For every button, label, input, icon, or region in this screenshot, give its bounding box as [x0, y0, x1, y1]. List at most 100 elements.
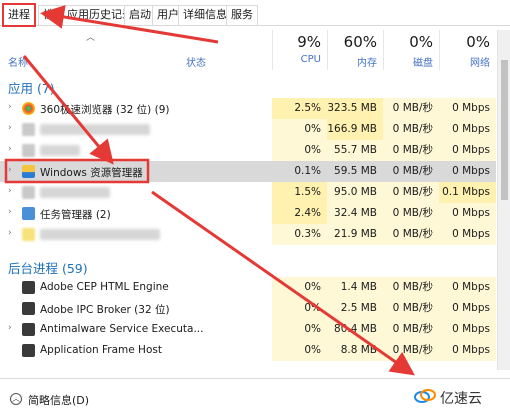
memory-value: 2.5 MB: [327, 298, 383, 319]
chevron-right-icon[interactable]: ›: [8, 323, 12, 333]
memory-value: 8.8 MB: [327, 340, 383, 361]
tab-services[interactable]: 服务: [226, 5, 258, 25]
column-disk[interactable]: 0% 磁盘: [383, 30, 439, 70]
column-status[interactable]: 状态: [186, 54, 206, 69]
chevron-right-icon[interactable]: ›: [8, 102, 12, 112]
watermark-text: 亿速云: [440, 391, 482, 407]
cpu-total-pct: 9%: [297, 33, 321, 51]
tab-bar: 进程 性能 应用历史记录 启动 用户 详细信息 服务: [0, 0, 510, 27]
scrollbar-thumb[interactable]: [501, 60, 508, 200]
network-value: 0.1 Mbps: [439, 182, 496, 203]
blurred-icon: [22, 228, 35, 241]
chevron-right-icon[interactable]: ›: [8, 186, 12, 196]
table-row[interactable]: Application Frame Host 0% 8.8 MB 0 MB/秒 …: [0, 340, 496, 361]
disk-value: 0 MB/秒: [392, 165, 433, 177]
table-row[interactable]: › 0% 55.7 MB 0 MB/秒 0 Mbps: [0, 140, 496, 161]
app-window-icon: [22, 344, 35, 357]
cpu-value: 0%: [272, 140, 327, 161]
process-name: Adobe IPC Broker (32 位): [40, 304, 170, 316]
chevron-right-icon[interactable]: ›: [8, 207, 12, 217]
process-name: 任务管理器 (2): [40, 209, 111, 221]
table-row-selected[interactable]: › Windows 资源管理器 0.1% 59.5 MB 0 MB/秒 0 Mb…: [0, 161, 496, 182]
memory-value: 80.4 MB: [327, 319, 383, 340]
watermark-logo-icon: [414, 389, 436, 403]
tab-processes[interactable]: 进程: [2, 3, 36, 27]
column-cpu[interactable]: 9% CPU: [272, 30, 327, 70]
cpu-value: 2.4%: [272, 203, 327, 224]
memory-total-pct: 60%: [343, 33, 377, 51]
network-value: 0 Mbps: [439, 277, 496, 298]
footer-bar: ︿ 简略信息(D) 亿速云: [0, 378, 510, 412]
chevron-right-icon[interactable]: ›: [8, 144, 12, 154]
disk-label: 磁盘: [413, 58, 433, 69]
app-window-icon: [22, 323, 35, 336]
network-label: 网络: [470, 58, 490, 69]
cpu-value: 0%: [272, 319, 327, 340]
disk-value: 0 MB/秒: [383, 298, 439, 319]
cpu-value: 0.3%: [272, 224, 327, 245]
chevron-up-circle-icon[interactable]: ︿: [10, 393, 22, 405]
column-memory[interactable]: 60% 内存: [327, 30, 383, 70]
disk-value: 0 MB/秒: [383, 182, 439, 203]
app-window-icon: [22, 281, 35, 294]
blurred-icon: [22, 144, 35, 157]
table-row[interactable]: Adobe IPC Broker (32 位) 0% 2.5 MB 0 MB/秒…: [0, 298, 496, 319]
network-value: 0 Mbps: [439, 203, 496, 224]
network-value: 0 Mbps: [439, 224, 496, 245]
column-name[interactable]: 名称: [8, 54, 28, 69]
cpu-value: 0%: [272, 340, 327, 361]
network-value: 0 Mbps: [439, 119, 496, 140]
cpu-value: 0%: [272, 298, 327, 319]
blurred-icon: [22, 186, 35, 199]
fewer-details-button[interactable]: 简略信息(D): [28, 392, 89, 408]
table-row[interactable]: › Antimalware Service Executa... 0% 80.4…: [0, 319, 496, 340]
tab-details[interactable]: 详细信息: [178, 5, 232, 25]
memory-value: 55.7 MB: [327, 140, 383, 161]
vertical-scrollbar[interactable]: [497, 30, 510, 370]
disk-value: 0 MB/秒: [383, 340, 439, 361]
cpu-label: CPU: [300, 54, 321, 65]
chevron-right-icon[interactable]: ›: [8, 123, 12, 133]
process-name: 360极速浏览器 (32 位) (9): [40, 104, 170, 116]
cpu-value: 0.1%: [294, 165, 321, 177]
memory-label: 内存: [357, 58, 377, 69]
process-name: Adobe CEP HTML Engine: [40, 281, 169, 293]
network-value: 0 Mbps: [439, 319, 496, 340]
task-manager-icon: [22, 207, 35, 220]
column-network[interactable]: 0% 网络: [439, 30, 496, 70]
table-row[interactable]: › 0.3% 21.9 MB 0 MB/秒 0 Mbps: [0, 224, 496, 245]
cpu-value: 0%: [272, 119, 327, 140]
chevron-right-icon[interactable]: ›: [8, 165, 12, 175]
group-background: 后台进程 (59): [8, 261, 88, 276]
table-row[interactable]: › 1.5% 95.0 MB 0 MB/秒 0.1 Mbps: [0, 182, 496, 203]
table-row[interactable]: › 0% 166.9 MB 0 MB/秒 0 Mbps: [0, 119, 496, 140]
memory-value: 1.4 MB: [327, 277, 383, 298]
memory-value: 21.9 MB: [327, 224, 383, 245]
disk-value: 0 MB/秒: [383, 277, 439, 298]
redacted-name: [40, 124, 150, 135]
table-row[interactable]: › 任务管理器 (2) 2.4% 32.4 MB 0 MB/秒 0 Mbps: [0, 203, 496, 224]
cpu-value: 2.5%: [272, 98, 327, 119]
network-value: 0 Mbps: [439, 98, 496, 119]
blurred-icon: [22, 123, 35, 136]
folder-icon: [22, 165, 35, 178]
app-window-icon: [22, 302, 35, 315]
table-row[interactable]: Adobe CEP HTML Engine 0% 1.4 MB 0 MB/秒 0…: [0, 277, 496, 298]
redacted-name: [40, 145, 80, 156]
disk-value: 0 MB/秒: [383, 119, 439, 140]
network-total-pct: 0%: [466, 33, 490, 51]
table-row[interactable]: › 360极速浏览器 (32 位) (9) 2.5% 323.5 MB 0 MB…: [0, 98, 496, 119]
network-value: 0 Mbps: [439, 340, 496, 361]
disk-value: 0 MB/秒: [383, 203, 439, 224]
process-name: Windows 资源管理器: [40, 167, 143, 179]
memory-value: 59.5 MB: [334, 165, 377, 177]
disk-total-pct: 0%: [409, 33, 433, 51]
disk-value: 0 MB/秒: [383, 319, 439, 340]
chevron-right-icon[interactable]: ›: [8, 228, 12, 238]
disk-value: 0 MB/秒: [383, 98, 439, 119]
disk-value: 0 MB/秒: [383, 140, 439, 161]
redacted-name: [40, 229, 160, 240]
network-value: 0 Mbps: [452, 165, 490, 177]
disk-value: 0 MB/秒: [383, 224, 439, 245]
memory-value: 323.5 MB: [327, 98, 383, 119]
